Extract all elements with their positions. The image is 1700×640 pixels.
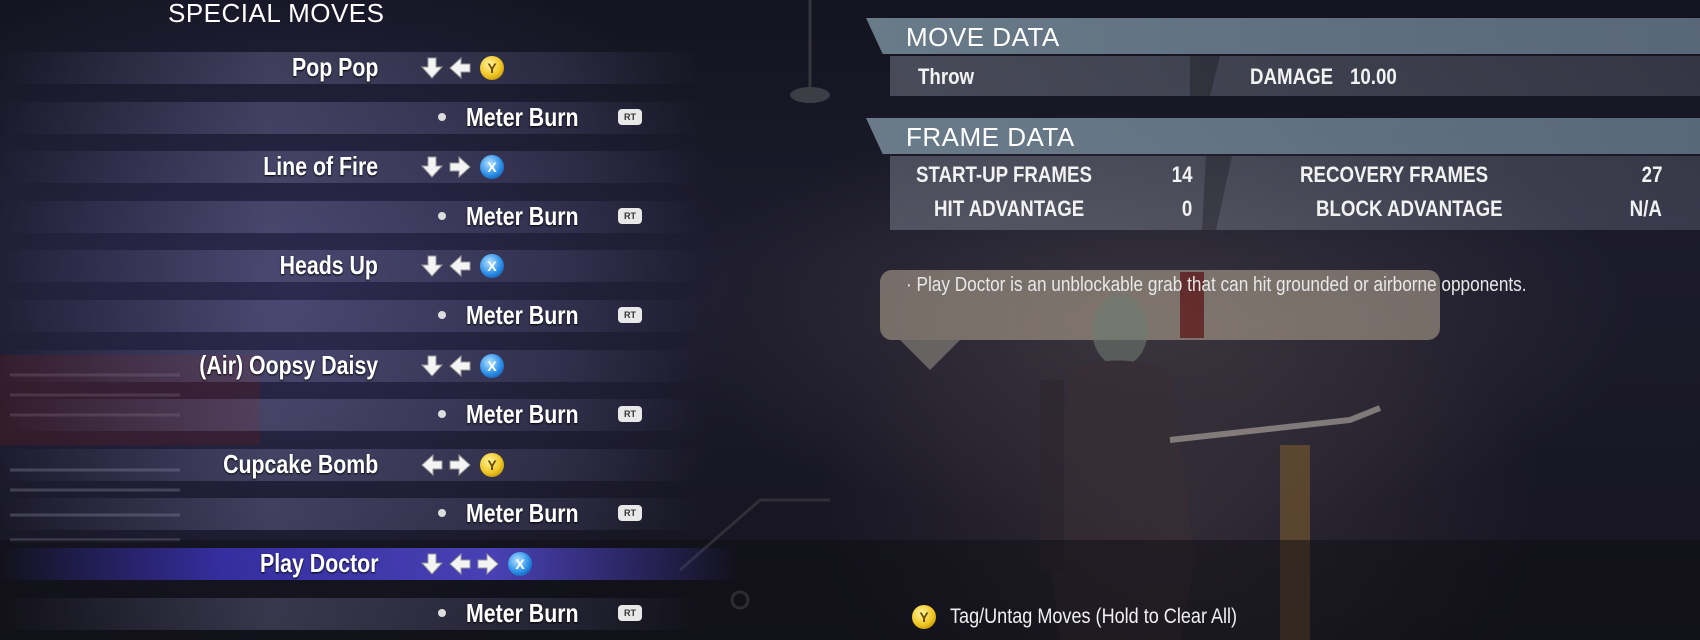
rt-trigger-icon: RT [618,307,642,323]
tag-moves-hint[interactable]: Y Tag/Untag Moves (Hold to Clear All) [912,605,1284,629]
back-arrow-icon [421,453,443,477]
recovery-frames-value: 27 [1641,162,1662,187]
back-arrow-icon [449,354,471,378]
move-type: Throw [918,64,975,89]
move-inputs: X [420,252,504,280]
back-arrow-icon [449,254,471,278]
move-data-row: Throw DAMAGE 10.00 [890,56,1700,96]
startup-frames-label: START-UP FRAMES [916,162,1092,187]
move-name: Pop Pop [291,52,378,82]
frame-data-table: START-UP FRAMES 14 HIT ADVANTAGE 0 RECOV… [890,156,1700,230]
meter-burn-row[interactable]: Meter Burn RT [0,296,900,336]
down-arrow-icon [420,156,444,178]
meter-burn-label: Meter Burn [466,399,579,429]
move-data-title: MOVE DATA [906,22,1060,52]
rt-trigger-icon: RT [618,505,642,521]
rt-trigger-icon: RT [618,208,642,224]
move-description: · Play Doctor is an unblockable grab tha… [906,274,1527,296]
move-inputs: Y [420,451,504,479]
move-inputs: X [420,153,504,181]
move-row[interactable]: (Air) Oopsy Daisy X [0,346,900,386]
y-button-icon: Y [480,56,504,80]
frame-data-header: FRAME DATA [866,118,1700,154]
damage-label: DAMAGE [1250,64,1334,89]
down-arrow-icon [420,57,444,79]
frame-data-title: FRAME DATA [906,122,1075,152]
move-row[interactable]: Heads Up X [0,246,900,286]
special-moves-title: SPECIAL MOVES [168,0,385,28]
meter-burn-label: Meter Burn [466,201,579,231]
back-arrow-icon [449,56,471,80]
move-name: (Air) Oopsy Daisy [199,350,378,380]
bullet-icon [438,609,446,617]
rt-trigger-icon: RT [618,109,642,125]
move-name: Cupcake Bomb [222,449,378,479]
down-arrow-icon [420,355,444,377]
rt-trigger-icon: RT [618,605,642,621]
x-button-icon: X [508,552,532,576]
divider [1190,56,1220,96]
meter-burn-label: Meter Burn [466,598,579,628]
move-row-selected[interactable]: Play Doctor X [0,544,900,584]
move-row[interactable]: Cupcake Bomb Y [0,445,900,485]
forward-arrow-icon [477,552,499,576]
bullet-icon [438,509,446,517]
block-advantage-value: N/A [1629,196,1662,221]
y-button-icon: Y [480,453,504,477]
meter-burn-row[interactable]: Meter Burn RT [0,494,900,534]
x-button-icon: X [480,354,504,378]
move-name: Heads Up [279,250,378,280]
back-arrow-icon [449,552,471,576]
hit-advantage-label: HIT ADVANTAGE [934,196,1085,221]
row-highlight [0,598,900,630]
hit-advantage-value: 0 [1181,196,1192,221]
damage-value: 10.00 [1350,64,1397,89]
meter-burn-label: Meter Burn [466,300,579,330]
row-highlight [0,399,900,431]
move-data-header: MOVE DATA [866,18,1700,54]
forward-arrow-icon [449,453,471,477]
divider [1202,156,1232,230]
x-button-icon: X [480,254,504,278]
row-highlight [0,498,900,530]
row-highlight [0,201,900,233]
move-inputs: Y [420,54,504,82]
y-button-icon: Y [912,605,936,629]
recovery-frames-label: RECOVERY FRAMES [1300,162,1489,187]
move-row[interactable]: Line of Fire X [0,147,900,187]
down-arrow-icon [420,255,444,277]
x-button-icon: X [480,155,504,179]
move-inputs: X [420,352,504,380]
row-highlight [0,300,900,332]
move-row[interactable]: Pop Pop Y [0,48,900,88]
forward-arrow-icon [449,155,471,179]
bullet-icon [438,113,446,121]
meter-burn-row[interactable]: Meter Burn RT [0,395,900,435]
meter-burn-row[interactable]: Meter Burn RT [0,98,900,138]
meter-burn-row[interactable]: Meter Burn RT [0,594,900,634]
tag-moves-label: Tag/Untag Moves (Hold to Clear All) [950,605,1238,628]
startup-frames-value: 14 [1171,162,1192,187]
down-arrow-icon [420,553,444,575]
block-advantage-label: BLOCK ADVANTAGE [1316,196,1503,221]
row-highlight [0,102,900,134]
meter-burn-row[interactable]: Meter Burn RT [0,197,900,237]
move-inputs: X [420,550,532,578]
move-name: Play Doctor [259,548,378,578]
meter-burn-label: Meter Burn [466,102,579,132]
bullet-icon [438,311,446,319]
bullet-icon [438,212,446,220]
meter-burn-label: Meter Burn [466,498,579,528]
rt-trigger-icon: RT [618,406,642,422]
move-name: Line of Fire [263,151,378,181]
bullet-icon [438,410,446,418]
